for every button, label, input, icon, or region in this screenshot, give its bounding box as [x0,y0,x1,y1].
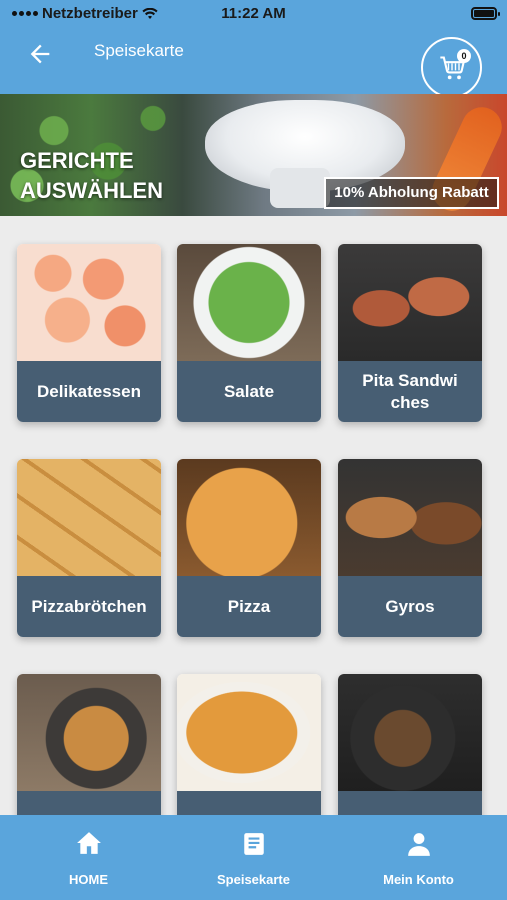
category-image [17,459,161,576]
tab-home-label: HOME [69,872,108,887]
category-image [177,244,321,361]
battery-icon [471,7,500,20]
user-icon [407,833,430,856]
category-label: Grillgerichte [338,791,482,816]
page-title: Speisekarte [94,41,184,60]
category-label: Pita Sandwiches [338,361,482,422]
category-image [338,459,482,576]
category-card[interactable]: Hähnchen [177,674,321,816]
category-label: Pizza [177,576,321,637]
bottom-tab-bar: HOME Speisekarte Mein Konto [0,815,507,900]
category-image [177,459,321,576]
category-card[interactable]: Pizza [177,459,321,637]
promo-badge: 10% Abholung Rabatt [324,177,499,209]
category-card[interactable]: Grillgerichte [338,674,482,816]
nav-bar: Speisekarte 0 [0,28,507,98]
category-image [17,244,161,361]
tab-account[interactable]: Mein Konto [334,815,503,900]
tab-home[interactable]: HOME [4,815,173,900]
clock: 11:22 AM [221,5,286,22]
category-label: Hähnchen [177,791,321,816]
category-label: Gyros [338,576,482,637]
category-card[interactable]: Pizzabrötchen [17,459,161,637]
category-card[interactable]: Salate [177,244,321,422]
category-card[interactable]: Gyros [338,459,482,637]
hero-bowl-base-decoration [270,168,330,208]
category-label: Schweinesch [17,791,161,816]
status-bar: Netzbetreiber 11:22 AM [0,0,507,28]
category-image [177,674,321,791]
hero-banner: GERICHTE AUSWÄHLEN 10% Abholung Rabatt [0,94,507,216]
tab-account-label: Mein Konto [383,872,454,887]
home-icon [76,832,101,854]
category-image [17,674,161,791]
category-label: Delikatessen [17,361,161,422]
category-label: Pizzabrötchen [17,576,161,637]
category-card[interactable]: Schweinesch [17,674,161,816]
cart-count-badge: 0 [457,49,471,63]
category-image [338,674,482,791]
cart-button[interactable]: 0 [421,37,482,98]
category-card[interactable]: Delikatessen [17,244,161,422]
category-label: Salate [177,361,321,422]
menu-list-icon [243,833,264,855]
category-grid: Delikatessen Salate Pita Sandwiches Pizz… [0,240,507,816]
category-card[interactable]: Pita Sandwiches [338,244,482,422]
tab-speisekarte-label: Speisekarte [217,872,290,887]
category-image [338,244,482,361]
tab-speisekarte[interactable]: Speisekarte [169,815,338,900]
back-arrow-icon[interactable] [26,40,54,68]
hero-heading: GERICHTE AUSWÄHLEN [20,148,163,203]
